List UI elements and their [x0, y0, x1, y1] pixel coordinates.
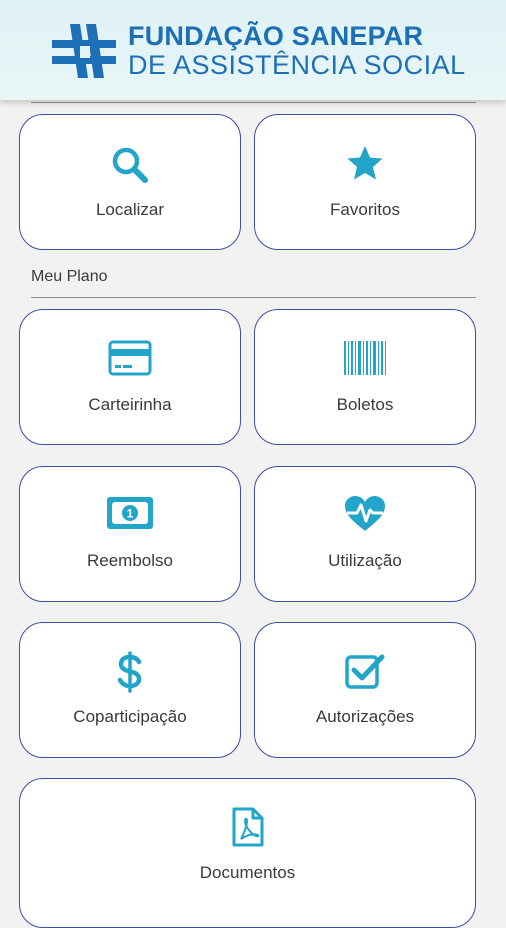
documentos-button[interactable]: Documentos	[19, 778, 476, 928]
heartbeat-icon	[345, 496, 385, 531]
logo-title: FUNDAÇÃO SANEPAR	[128, 21, 424, 51]
coparticipacao-label: Coparticipação	[73, 707, 187, 726]
money-bill-icon: 1	[107, 497, 153, 529]
utilizacao-button[interactable]: Utilização	[254, 466, 476, 602]
reembolso-label: Reembolso	[87, 551, 173, 570]
favoritos-label: Favoritos	[330, 200, 400, 219]
app-header: FUNDAÇÃO SANEPAR DE ASSISTÊNCIA SOCIAL	[0, 0, 506, 100]
section-divider	[31, 297, 476, 298]
credit-card-icon	[108, 340, 152, 376]
favoritos-button[interactable]: Favoritos	[254, 114, 476, 250]
section-title: Meu Plano	[31, 268, 108, 285]
coparticipacao-button[interactable]: Coparticipação	[19, 622, 241, 758]
autorizacoes-button[interactable]: Autorizações	[254, 622, 476, 758]
sanepar-logo-icon	[52, 24, 116, 78]
boletos-button[interactable]: Boletos	[254, 309, 476, 445]
localizar-button[interactable]: Localizar	[19, 114, 241, 250]
localizar-label: Localizar	[95, 200, 165, 219]
autorizacoes-label: Autorizações	[315, 707, 415, 726]
carteirinha-button[interactable]: Carteirinha	[19, 309, 241, 445]
pdf-file-icon	[232, 807, 263, 847]
checkbox-icon	[345, 654, 385, 689]
barcode-icon	[344, 341, 386, 375]
logo-subtitle: DE ASSISTÊNCIA SOCIAL	[128, 50, 466, 80]
divider	[31, 102, 476, 103]
documentos-label: Documentos	[199, 863, 296, 882]
search-icon	[112, 147, 148, 183]
star-icon	[347, 146, 383, 180]
boletos-label: Boletos	[336, 395, 394, 414]
dollar-icon	[117, 651, 142, 693]
svg-text:1: 1	[127, 507, 134, 521]
utilizacao-label: Utilização	[328, 551, 402, 570]
carteirinha-label: Carteirinha	[88, 395, 172, 414]
reembolso-button[interactable]: 1 Reembolso	[19, 466, 241, 602]
